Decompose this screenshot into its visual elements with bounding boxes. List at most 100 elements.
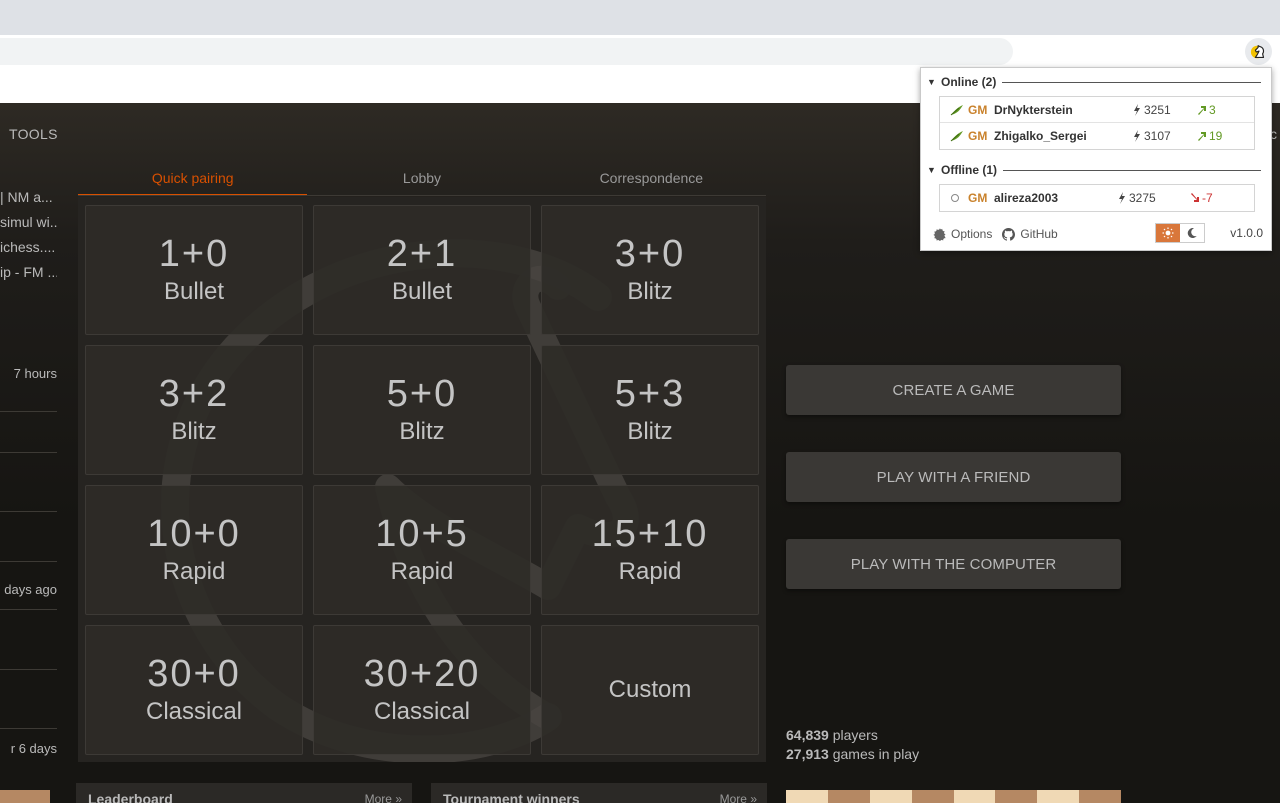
theme-toggle[interactable]: [1155, 223, 1205, 243]
play-with-friend-button[interactable]: PLAY WITH A FRIEND: [786, 452, 1121, 502]
pool-15+10[interactable]: 15+10 Rapid: [541, 485, 759, 615]
pool-perf: Rapid: [162, 558, 226, 585]
section-rule: [1002, 81, 1261, 83]
side-timestamp: days ago: [4, 582, 57, 597]
board-corner: [0, 790, 50, 803]
player-name[interactable]: DrNykterstein: [994, 103, 1114, 117]
pool-10+5[interactable]: 10+5 Rapid: [313, 485, 531, 615]
online-player-list: GM DrNykterstein 3251 3 GM Zhigalko_Serg…: [939, 96, 1255, 150]
games-counter[interactable]: 27,913 games in play: [786, 745, 919, 764]
nav-tools[interactable]: TOOLS: [9, 126, 58, 142]
light-theme-option[interactable]: [1156, 224, 1180, 242]
player-row[interactable]: GM DrNykterstein 3251 3: [940, 97, 1254, 123]
player-rating: 3275: [1118, 191, 1156, 205]
pool-clock: 5+0: [386, 373, 458, 415]
tab-quick-pairing[interactable]: Quick pairing: [78, 165, 308, 196]
rating-diff: 19: [1197, 129, 1222, 143]
online-section-header[interactable]: ▼ Online (2): [927, 75, 1261, 89]
pool-2+1[interactable]: 2+1 Bullet: [313, 205, 531, 335]
github-link[interactable]: GitHub: [1002, 227, 1058, 241]
tab-lobby[interactable]: Lobby: [307, 165, 536, 196]
online-feather-icon: [950, 104, 966, 116]
offline-circle-icon: [950, 193, 966, 203]
tournament-winners-title: Tournament winners: [443, 791, 580, 803]
tv-board-preview[interactable]: [786, 790, 1121, 803]
rating-diff: -7: [1190, 191, 1213, 205]
moon-icon: [1187, 228, 1197, 239]
offline-header-label: Offline (1): [941, 163, 997, 177]
pool-perf: Classical: [373, 698, 471, 725]
player-name[interactable]: alireza2003: [994, 191, 1114, 205]
pool-grid: 1+0 Bullet 2+1 Bullet 3+0 Blitz 3+2 Blit…: [85, 205, 759, 755]
player-title: GM: [968, 102, 988, 117]
side-divider: [0, 452, 57, 453]
create-game-button[interactable]: CREATE A GAME: [786, 365, 1121, 415]
pool-clock: 3+2: [158, 373, 230, 415]
leaderboard-title: Leaderboard: [88, 791, 173, 803]
pool-30+20[interactable]: 30+20 Classical: [313, 625, 531, 755]
pool-clock: 10+0: [147, 513, 241, 555]
tab-correspondence[interactable]: Correspondence: [537, 165, 766, 196]
blitz-bolt-icon: [1134, 103, 1140, 116]
pool-perf: Classical: [145, 698, 243, 725]
pool-clock: 30+0: [147, 653, 241, 695]
pool-clock: 15+10: [591, 513, 709, 555]
leaderboard-panel[interactable]: Leaderboard More »: [76, 783, 412, 803]
online-header-label: Online (2): [941, 75, 997, 89]
arrow-up-icon: [1198, 132, 1206, 141]
browser-tab-strip: [0, 0, 1280, 35]
pool-perf: Rapid: [390, 558, 454, 585]
player-row[interactable]: GM Zhigalko_Sergei 3107 19: [940, 123, 1254, 149]
pool-10+0[interactable]: 10+0 Rapid: [85, 485, 303, 615]
pool-perf: Blitz: [171, 418, 217, 445]
pool-custom[interactable]: Custom: [541, 625, 759, 755]
player-title: GM: [968, 191, 988, 205]
pool-3+2[interactable]: 3+2 Blitz: [85, 345, 303, 475]
arrow-up-icon: [1198, 105, 1206, 115]
pool-perf: Blitz: [399, 418, 445, 445]
knight-icon: [1250, 44, 1264, 58]
pool-clock: 5+3: [614, 373, 686, 415]
side-link[interactable]: simul wi...: [0, 214, 57, 239]
address-bar[interactable]: [0, 38, 1013, 65]
side-link[interactable]: ip - FM ...: [0, 264, 57, 289]
offline-player-list: GM alireza2003 3275 -7: [939, 184, 1255, 212]
tab-underline: [78, 195, 766, 196]
extension-button[interactable]: [1245, 38, 1272, 65]
pool-perf: Blitz: [627, 278, 673, 305]
pool-5+0[interactable]: 5+0 Blitz: [313, 345, 531, 475]
sun-icon: [1162, 227, 1174, 239]
pool-1+0[interactable]: 1+0 Bullet: [85, 205, 303, 335]
side-timestamp: r 6 days: [10, 741, 57, 756]
players-counter[interactable]: 64,839 players: [786, 726, 919, 745]
pool-perf: Blitz: [627, 418, 673, 445]
caret-down-icon: ▼: [927, 165, 936, 175]
leaderboard-more-link[interactable]: More »: [365, 792, 402, 803]
dark-theme-option[interactable]: [1180, 224, 1204, 242]
lobby-tabs: Quick pairing Lobby Correspondence: [78, 165, 766, 196]
arrow-down-icon: [1191, 193, 1199, 202]
player-rating: 3251: [1133, 103, 1171, 117]
side-link[interactable]: ichess....: [0, 239, 57, 264]
caret-down-icon: ▼: [927, 77, 936, 87]
offline-section-header[interactable]: ▼ Offline (1): [927, 163, 1261, 177]
blitz-bolt-icon: [1119, 192, 1125, 204]
version-label: v1.0.0: [1230, 226, 1263, 240]
tournament-more-link[interactable]: More »: [720, 792, 757, 803]
player-title: GM: [968, 129, 988, 143]
player-row[interactable]: GM alireza2003 3275 -7: [940, 185, 1254, 211]
pool-5+3[interactable]: 5+3 Blitz: [541, 345, 759, 475]
section-rule: [1003, 169, 1261, 171]
popup-footer: Options GitHub v1.0.0: [933, 223, 1263, 243]
pool-30+0[interactable]: 30+0 Classical: [85, 625, 303, 755]
options-link[interactable]: Options: [933, 227, 992, 241]
side-link[interactable]: | NM a...: [0, 189, 57, 214]
side-stream-list: | NM a... simul wi... ichess.... ip - FM…: [0, 189, 57, 289]
pool-3+0[interactable]: 3+0 Blitz: [541, 205, 759, 335]
pool-clock: 30+20: [363, 653, 481, 695]
player-name[interactable]: Zhigalko_Sergei: [994, 129, 1114, 143]
play-with-computer-button[interactable]: PLAY WITH THE COMPUTER: [786, 539, 1121, 589]
pool-clock: 1+0: [158, 233, 230, 275]
side-divider: [0, 561, 57, 562]
tournament-winners-panel[interactable]: Tournament winners More »: [431, 783, 767, 803]
